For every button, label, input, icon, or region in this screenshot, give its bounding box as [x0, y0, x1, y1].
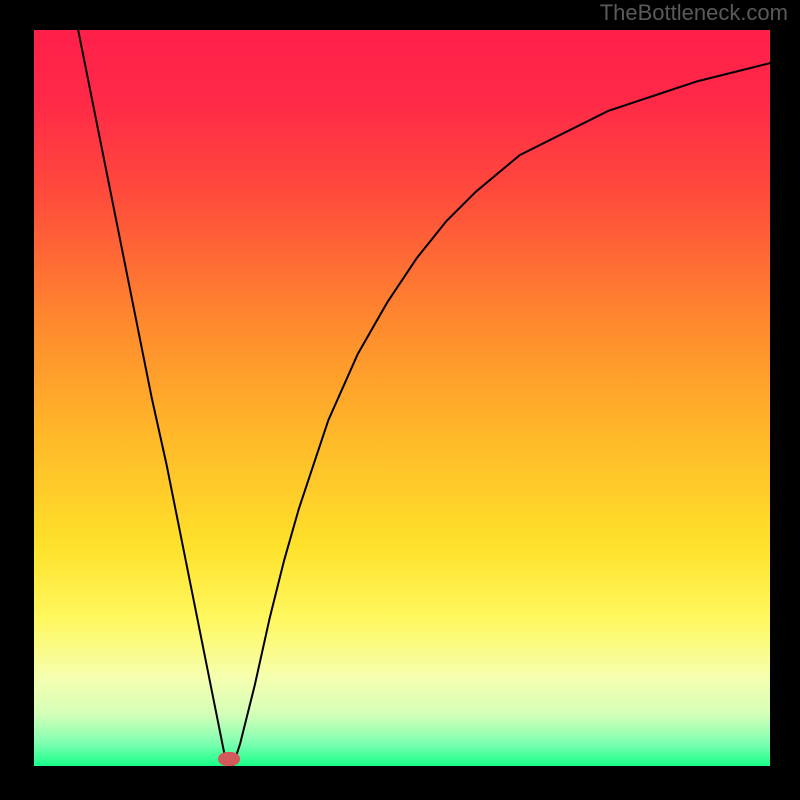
- watermark-text: TheBottleneck.com: [600, 0, 788, 26]
- optimal-point-marker: [218, 752, 240, 766]
- bottleneck-curve: [34, 30, 770, 766]
- plot-area: [34, 30, 770, 766]
- curve-path: [78, 30, 770, 766]
